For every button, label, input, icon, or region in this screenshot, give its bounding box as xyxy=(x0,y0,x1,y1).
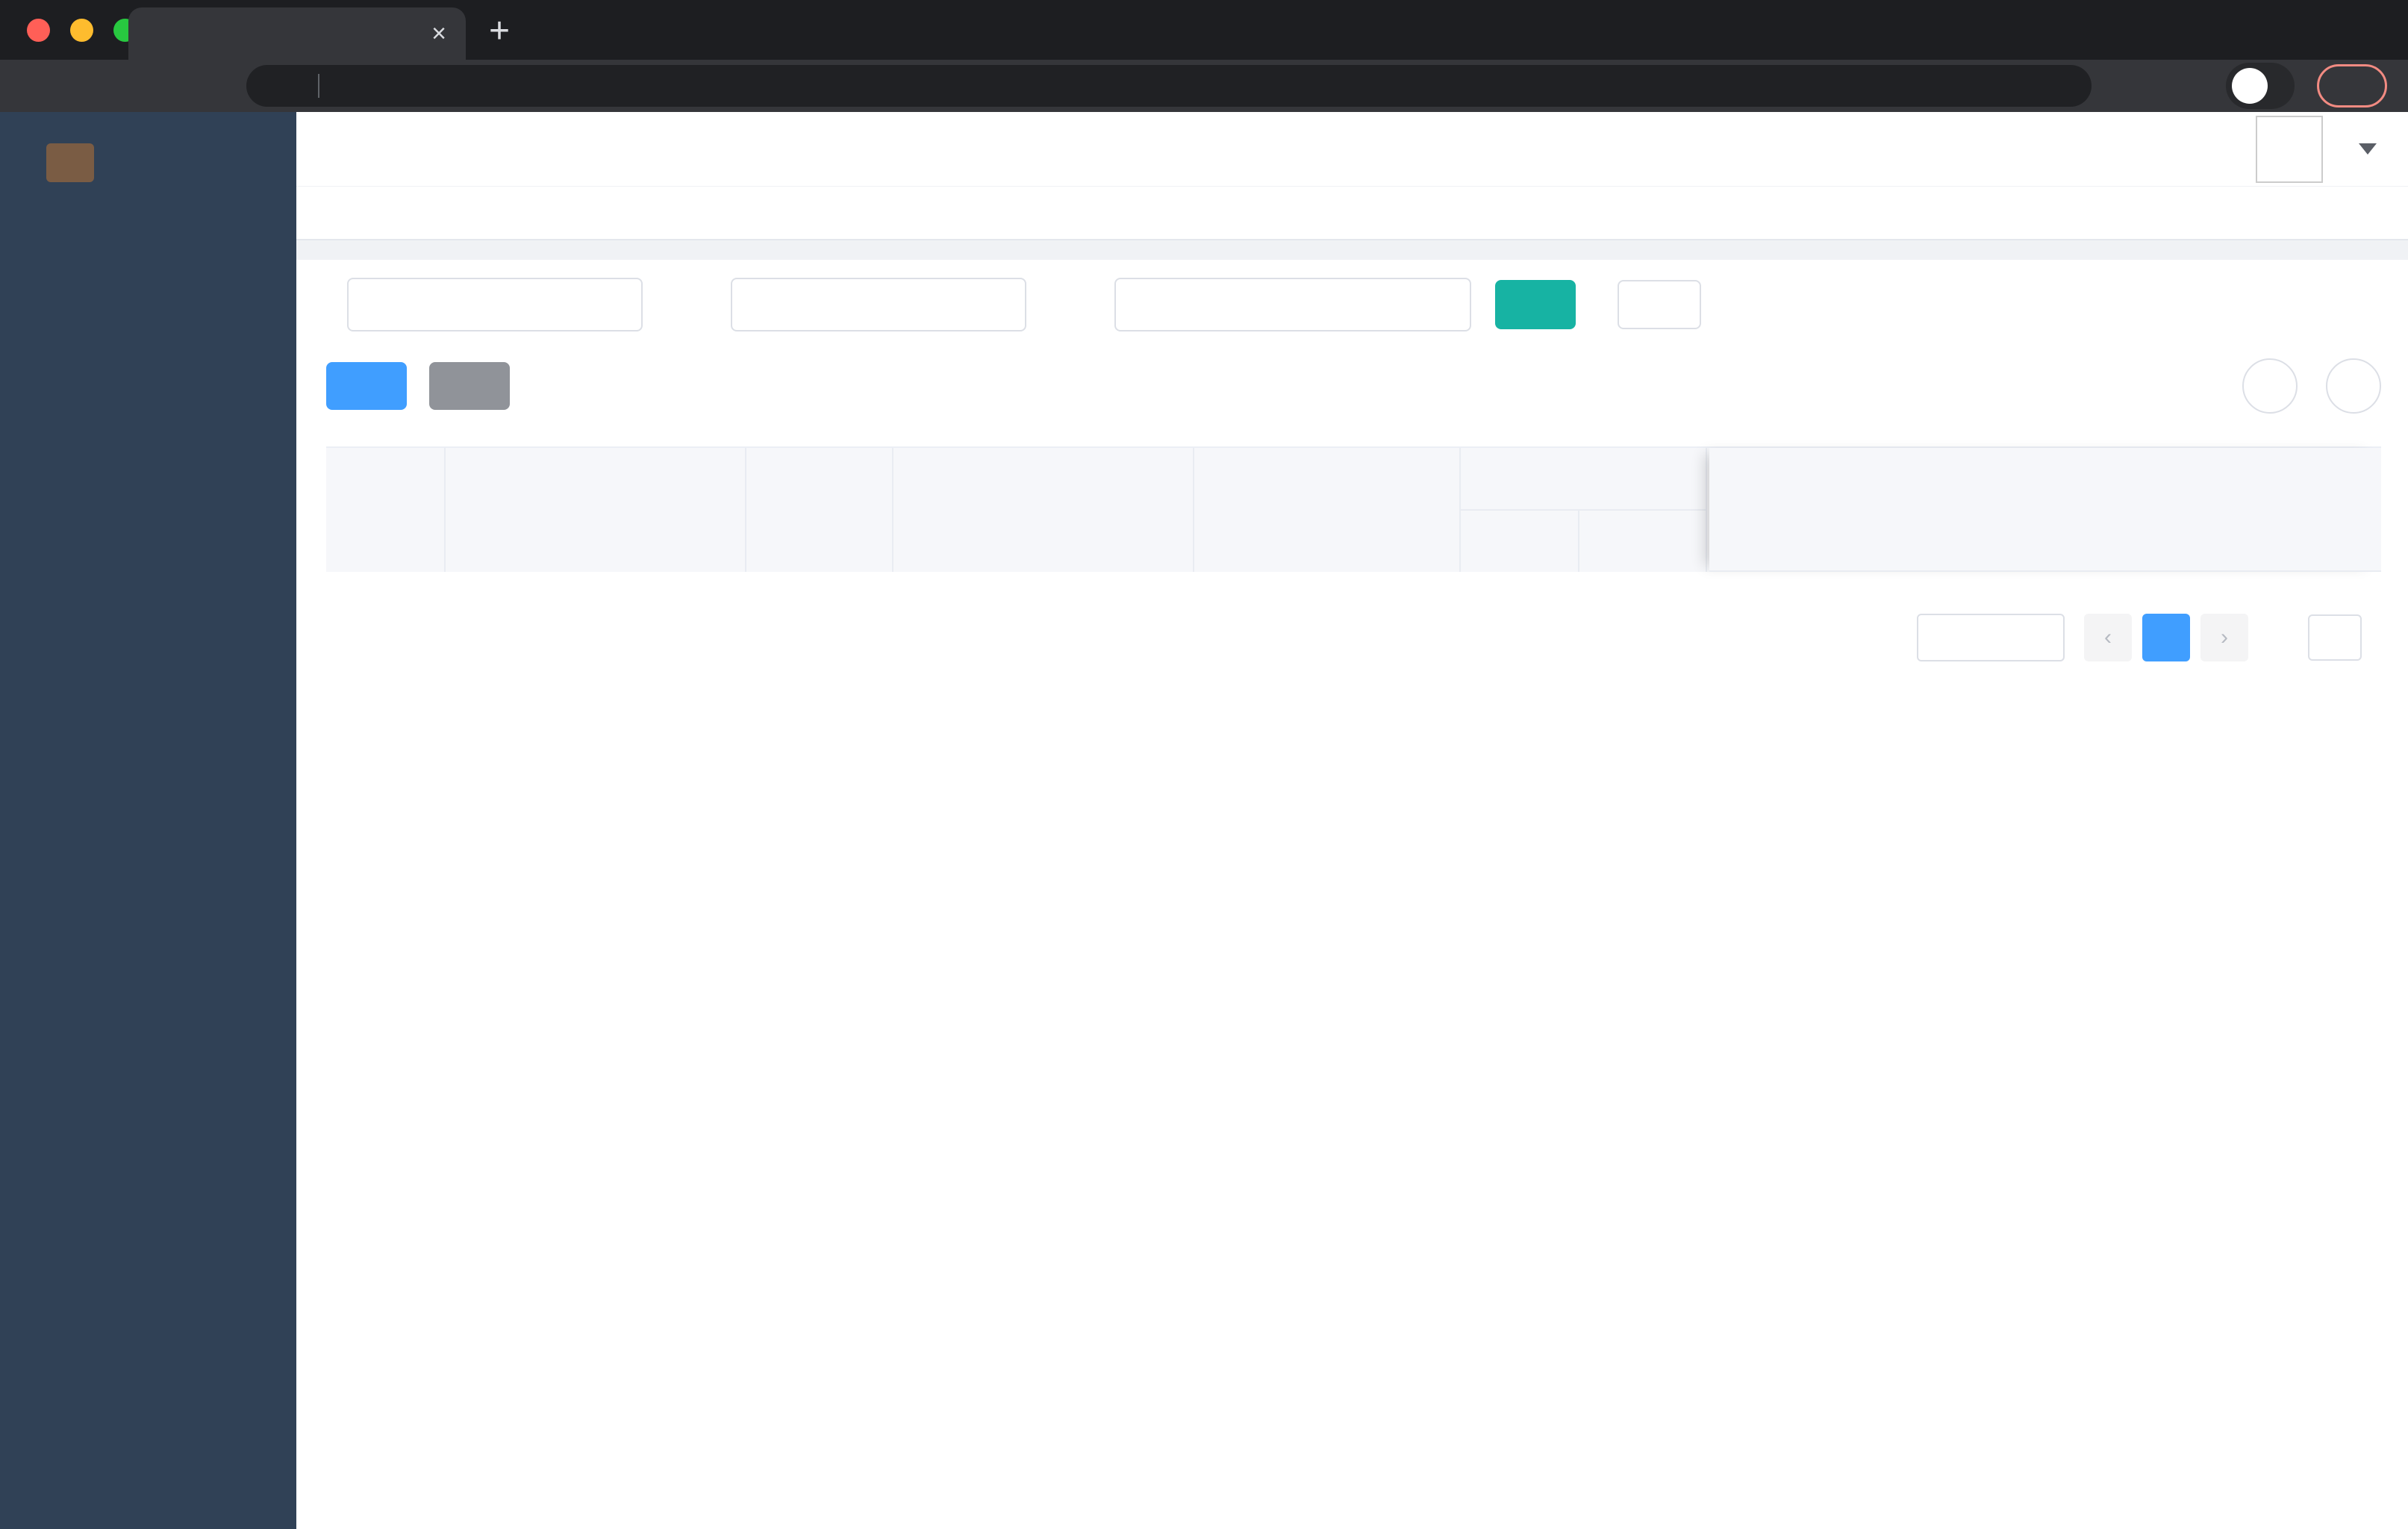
refresh-icon xyxy=(1643,293,1665,316)
favicon-plant-icon xyxy=(148,20,175,47)
app-logo-avatar xyxy=(46,143,94,182)
not-secure-warning-icon xyxy=(267,74,291,98)
process-model-table xyxy=(326,446,2381,572)
password-key-icon[interactable] xyxy=(2124,72,2153,100)
sidebar xyxy=(0,112,296,1529)
col-header-latest-deployment xyxy=(1461,448,1706,511)
col-header-version xyxy=(1461,511,1580,572)
home-icon[interactable] xyxy=(182,70,213,102)
new-tab-button[interactable]: + xyxy=(489,10,510,52)
bookmark-star-icon[interactable] xyxy=(2175,72,2203,100)
address-bar[interactable] xyxy=(246,65,2092,107)
search-button[interactable] xyxy=(1495,280,1576,329)
page-content: ‹ › xyxy=(296,260,2408,1529)
goto-page-input[interactable] xyxy=(2308,614,2362,661)
prev-page-button[interactable]: ‹ xyxy=(2084,614,2132,661)
fixed-actions-column xyxy=(1709,448,2381,572)
col-header-active-status xyxy=(1579,511,1706,572)
next-page-button[interactable]: › xyxy=(2200,614,2248,661)
forward-icon[interactable] xyxy=(75,70,106,102)
update-browser-button[interactable] xyxy=(2317,64,2387,108)
chevron-down-icon xyxy=(1428,293,1450,316)
window-controls xyxy=(27,18,137,42)
address-divider xyxy=(318,74,319,98)
tab-close-icon[interactable]: × xyxy=(431,19,446,49)
chevron-down-icon xyxy=(2029,628,2048,647)
col-header-process-name xyxy=(446,448,746,572)
back-icon[interactable] xyxy=(21,70,52,102)
col-header-created-time xyxy=(1194,448,1461,572)
collapse-sidebar-icon[interactable] xyxy=(328,134,359,165)
top-navbar xyxy=(296,112,2408,187)
broken-image-icon xyxy=(2262,122,2296,156)
pagination: ‹ › xyxy=(326,614,2381,661)
reload-icon[interactable] xyxy=(128,70,160,102)
table-toolbar xyxy=(326,358,2381,414)
minimize-window-button[interactable] xyxy=(70,18,93,42)
process-name-input[interactable] xyxy=(731,278,1026,331)
col-header-category xyxy=(746,448,893,572)
browser-tab[interactable]: × xyxy=(128,7,466,60)
tag-tabs-bar xyxy=(296,187,2408,240)
refresh-table-button[interactable] xyxy=(2326,358,2381,414)
sidebar-logo-row xyxy=(0,125,296,200)
avatar-caret-down-icon[interactable] xyxy=(2359,143,2377,155)
content-divider-band xyxy=(296,240,2408,260)
browser-menu-dots-icon[interactable] xyxy=(2352,73,2377,99)
github-icon[interactable] xyxy=(1999,134,2030,165)
help-icon[interactable] xyxy=(2063,134,2094,165)
user-avatar[interactable] xyxy=(2256,115,2323,183)
col-header-process-id xyxy=(326,448,446,572)
filter-form xyxy=(326,278,2381,331)
create-process-button[interactable] xyxy=(326,362,407,410)
process-id-input[interactable] xyxy=(347,278,643,331)
browser-tab-strip: × + xyxy=(0,0,2408,60)
current-page-button[interactable] xyxy=(2142,614,2190,661)
reset-button[interactable] xyxy=(1618,280,1701,329)
toggle-search-button[interactable] xyxy=(2242,358,2298,414)
col-header-actions xyxy=(1709,448,2381,572)
import-process-button[interactable] xyxy=(429,362,510,410)
magnifier-icon xyxy=(2258,374,2282,398)
process-category-select[interactable] xyxy=(1114,278,1471,331)
upload-icon xyxy=(453,375,475,397)
incognito-badge xyxy=(2226,63,2295,109)
search-icon[interactable] xyxy=(1935,134,1966,165)
incognito-icon xyxy=(2232,68,2268,104)
close-window-button[interactable] xyxy=(27,18,50,42)
col-header-form-info xyxy=(893,448,1194,572)
search-icon xyxy=(1519,293,1541,316)
page-size-select[interactable] xyxy=(1917,614,2065,661)
plus-icon xyxy=(350,375,372,397)
refresh-icon xyxy=(2342,374,2365,398)
browser-url-bar xyxy=(0,60,2408,112)
fullscreen-icon[interactable] xyxy=(2127,134,2159,165)
font-size-icon[interactable] xyxy=(2192,134,2223,165)
